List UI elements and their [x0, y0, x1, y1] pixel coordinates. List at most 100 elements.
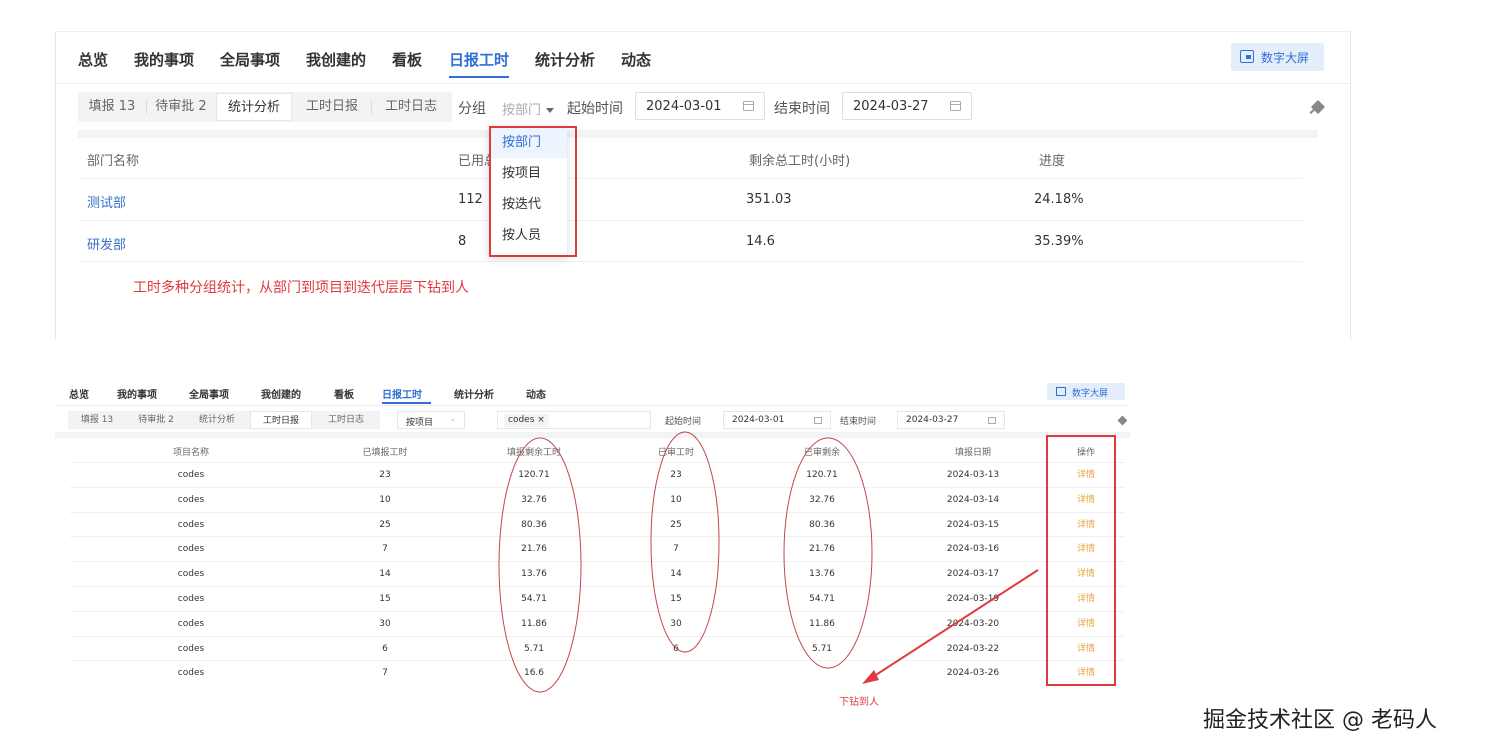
detail-link[interactable]: 详情 [1077, 637, 1095, 662]
reported-hours: 7 [382, 668, 388, 679]
tab-global-items[interactable]: 全局事项 [220, 49, 280, 70]
group-select-value: 按部门 [502, 103, 542, 118]
tab-my-items[interactable]: 我的事项 [134, 49, 194, 70]
detail-link[interactable]: 详情 [1077, 513, 1095, 538]
progress-value: 24.18% [1034, 192, 1084, 207]
tab-daily-hours[interactable]: 日报工时 [449, 49, 509, 70]
tab-statistics[interactable]: 统计分析 [454, 386, 494, 401]
caret-down-icon [546, 108, 555, 113]
segment-pending-approval[interactable]: 待审批 2 [126, 411, 186, 429]
report-remaining: 5.71 [523, 643, 545, 654]
approved-remaining: 13.76 [809, 569, 835, 580]
end-date-input[interactable]: 2024-03-27 [842, 92, 972, 120]
approved-hours: 10 [670, 494, 682, 505]
project-name: codes [177, 544, 205, 555]
reported-hours: 7 [382, 544, 388, 555]
pin-icon[interactable] [1310, 99, 1326, 115]
segment-work-log[interactable]: 工时日志 [314, 411, 378, 429]
tab-activity[interactable]: 动态 [526, 386, 546, 401]
start-date-value: 2024-03-01 [646, 99, 722, 114]
dept-link[interactable]: 研发部 [87, 234, 126, 253]
top-nav-tabs: 总览 我的事项 全局事项 我创建的 看板 日报工时 统计分析 动态 数字大屏 [56, 32, 1350, 84]
reported-hours: 25 [379, 519, 391, 530]
view-segment-control: 填报 13 待审批 2 统计分析 工时日报 工时日志 [78, 92, 452, 122]
detail-link[interactable]: 详情 [1077, 463, 1095, 488]
report-remaining: 11.86 [521, 618, 547, 629]
segment-statistics[interactable]: 统计分析 [216, 93, 292, 121]
col-approved-remaining: 已审剩余 [803, 448, 841, 458]
col-progress: 进度 [1039, 154, 1066, 169]
report-date: 2024-03-13 [946, 470, 1000, 480]
detail-link[interactable]: 详情 [1077, 537, 1095, 562]
col-reported-hours: 已填报工时 [362, 448, 408, 458]
detail-link[interactable]: 详情 [1077, 587, 1095, 612]
table-row: codes 7 16.6 2024-03-26 详情 [70, 660, 1125, 685]
report-date: 2024-03-20 [946, 618, 1000, 629]
col-remaining-hours: 剩余总工时(小时) [749, 154, 851, 169]
table-row: codes 30 11.86 30 11.86 2024-03-20 详情 [70, 610, 1125, 637]
tab-activity[interactable]: 动态 [621, 49, 651, 70]
detail-link[interactable]: 详情 [1077, 562, 1095, 587]
detail-link[interactable]: 详情 [1077, 661, 1095, 686]
view-segment-control: 填报 13 待审批 2 统计分析 工时日报 工时日志 [68, 411, 380, 429]
approved-remaining: 32.76 [809, 494, 835, 505]
segment-daily-report[interactable]: 工时日报 [294, 92, 370, 122]
annotation-text: 工时多种分组统计，从部门到项目到迭代层层下钻到人 [133, 280, 469, 296]
tab-created-by-me[interactable]: 我创建的 [306, 49, 366, 70]
table-row: 测试部 112 351.03 24.18% [78, 178, 1303, 220]
big-screen-label: 数字大屏 [1072, 389, 1109, 399]
remaining-hours: 351.03 [746, 192, 792, 207]
big-screen-button[interactable]: 数字大屏 [1047, 383, 1125, 400]
col-dept-name: 部门名称 [87, 154, 140, 169]
screen-icon [1240, 50, 1254, 63]
start-time-label: 起始时间 [567, 101, 623, 117]
active-tab-indicator [449, 76, 509, 78]
tab-statistics[interactable]: 统计分析 [535, 49, 595, 70]
tab-created-by-me[interactable]: 我创建的 [261, 386, 301, 401]
tab-kanban[interactable]: 看板 [392, 49, 422, 70]
approved-remaining: 80.36 [809, 519, 835, 530]
project-tag[interactable]: codes × [504, 414, 549, 427]
big-screen-button[interactable]: 数字大屏 [1231, 43, 1324, 71]
approved-remaining: 120.71 [806, 470, 838, 480]
end-date-value: 2024-03-27 [853, 99, 929, 114]
pin-icon[interactable] [1117, 415, 1128, 426]
report-date: 2024-03-17 [946, 569, 1000, 580]
detail-link[interactable]: 详情 [1077, 612, 1095, 637]
filter-toolbar: 填报 13 待审批 2 统计分析 工时日报 工时日志 分组 按部门 起始时间 2… [78, 92, 1348, 132]
watermark: 掘金技术社区 @ 老码人 [1203, 708, 1437, 733]
chevron-down-icon: ⌄ [450, 415, 456, 423]
table-row: codes 7 21.76 7 21.76 2024-03-16 详情 [70, 536, 1125, 561]
segment-work-log[interactable]: 工时日志 [372, 92, 450, 122]
screen-icon [1056, 387, 1066, 396]
end-date-input[interactable]: 2024-03-27 [897, 411, 1005, 429]
segment-fill-report[interactable]: 填报 13 [68, 411, 126, 429]
approved-remaining: 21.76 [809, 544, 835, 555]
dept-link[interactable]: 测试部 [87, 192, 126, 211]
tab-overview[interactable]: 总览 [69, 386, 89, 401]
start-date-input[interactable]: 2024-03-01 [635, 92, 765, 120]
detail-link[interactable]: 详情 [1077, 488, 1095, 513]
start-date-input[interactable]: 2024-03-01 [723, 411, 831, 429]
table-row: codes 14 13.76 14 13.76 2024-03-17 详情 [70, 561, 1125, 586]
tab-kanban[interactable]: 看板 [334, 386, 354, 401]
group-select[interactable]: 按部门 [502, 99, 555, 118]
tab-overview[interactable]: 总览 [78, 49, 108, 70]
table-row: codes 25 80.36 25 80.36 2024-03-15 详情 [70, 511, 1125, 538]
project-filter-input[interactable]: codes × [497, 411, 651, 429]
col-report-date: 填报日期 [954, 448, 992, 458]
tab-daily-hours[interactable]: 日报工时 [382, 386, 422, 401]
report-remaining: 120.71 [518, 470, 550, 480]
segment-pending-approval[interactable]: 待审批 2 [147, 92, 215, 122]
drilldown-annotation: 下钻到人 [839, 697, 879, 708]
segment-statistics[interactable]: 统计分析 [186, 411, 248, 429]
segment-fill-report[interactable]: 填报 13 [78, 92, 146, 122]
reported-hours: 15 [379, 594, 391, 604]
tab-my-items[interactable]: 我的事项 [117, 386, 157, 401]
project-name: codes [177, 470, 205, 480]
group-select[interactable]: 按项目 ⌄ [397, 411, 465, 429]
segment-daily-report[interactable]: 工时日报 [250, 411, 312, 429]
approved-hours: 6 [673, 643, 679, 654]
tab-global-items[interactable]: 全局事项 [189, 386, 229, 401]
approved-hours: 15 [670, 594, 682, 604]
